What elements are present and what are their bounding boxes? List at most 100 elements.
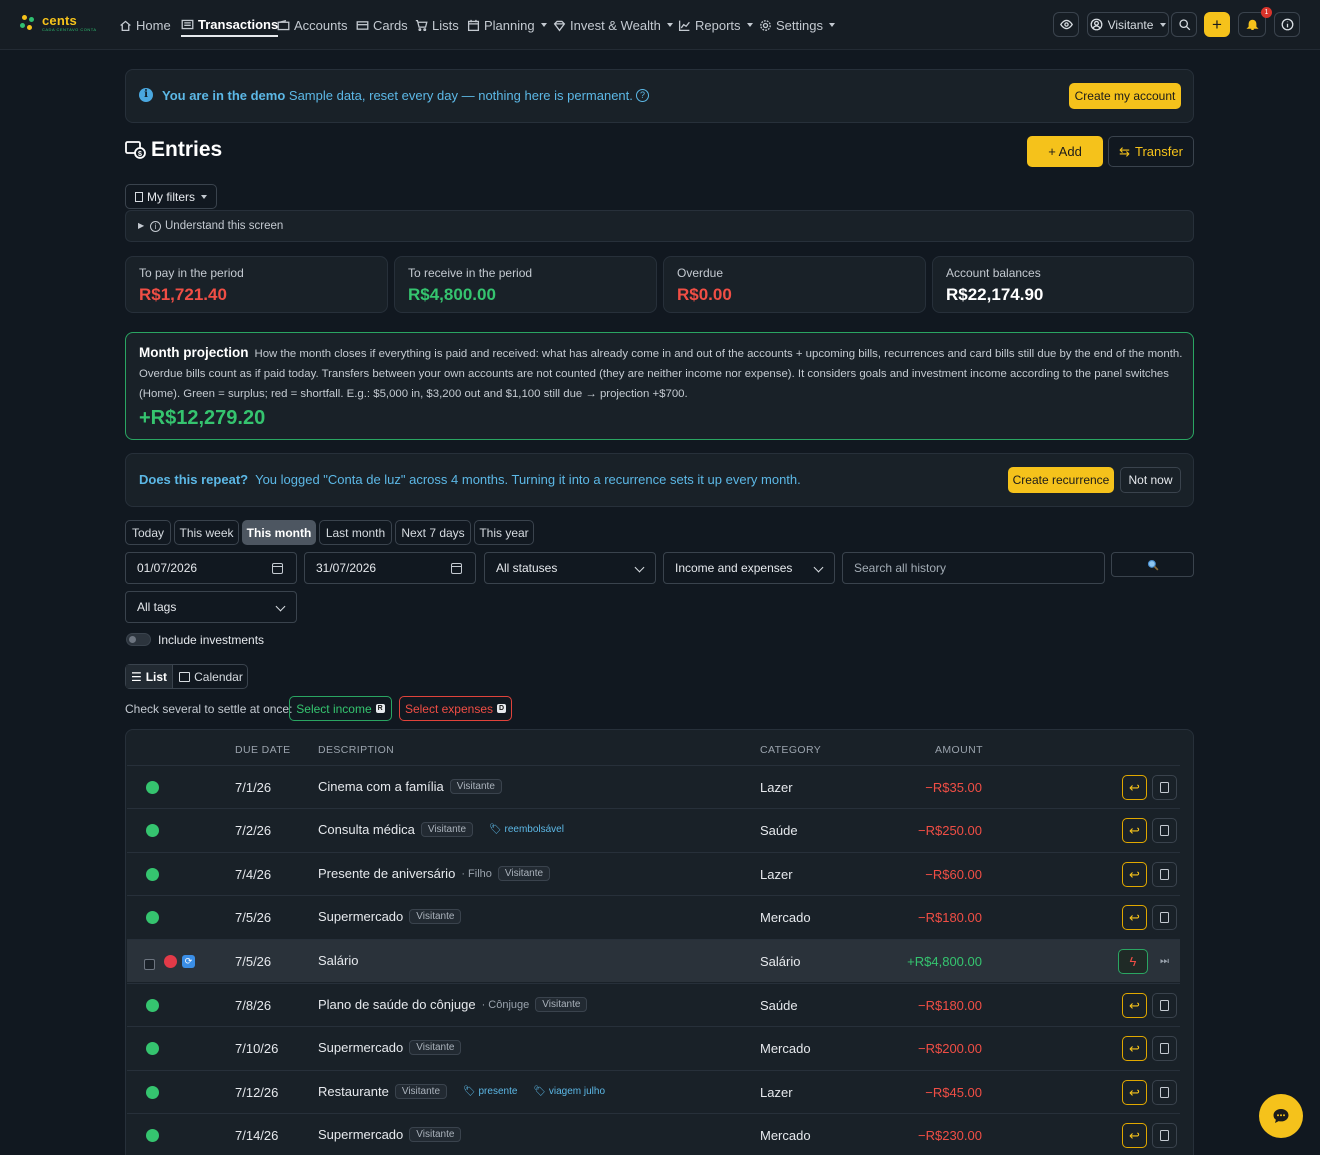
- logo-dots-icon: [20, 15, 38, 33]
- undo-payment-button[interactable]: ↩: [1122, 993, 1147, 1018]
- nav-cards[interactable]: Cards: [356, 15, 408, 35]
- tag-label[interactable]: 🏷 viagem julho: [533, 1086, 605, 1097]
- chevron-down-icon: [201, 194, 207, 199]
- period-today[interactable]: Today: [125, 520, 171, 545]
- duplicate-button[interactable]: [1152, 775, 1177, 800]
- create-account-button[interactable]: Create my account: [1069, 83, 1181, 109]
- type-select[interactable]: Income and expenses: [663, 552, 835, 584]
- settle-now-button[interactable]: ϟ: [1118, 949, 1148, 974]
- col-header-due-date[interactable]: DUE DATE: [235, 744, 291, 756]
- search-submit-button[interactable]: [1111, 552, 1194, 577]
- skip-forward-icon: ⏭: [1160, 956, 1169, 967]
- undo-payment-button[interactable]: ↩: [1122, 1080, 1147, 1105]
- nav-settings[interactable]: Settings: [759, 15, 835, 35]
- undo-payment-button[interactable]: ↩: [1122, 1036, 1147, 1061]
- date-to-input[interactable]: 31/07/2026: [304, 552, 476, 584]
- include-investments-toggle[interactable]: [126, 633, 151, 646]
- undo-payment-button[interactable]: ↩: [1122, 862, 1147, 887]
- nav-invest-wealth[interactable]: Invest & Wealth: [553, 15, 673, 35]
- skip-occurrence-button[interactable]: ⏭: [1152, 949, 1177, 974]
- owner-pill: Visitante: [409, 909, 462, 924]
- tag-label[interactable]: 🏷 presente: [463, 1086, 517, 1097]
- tag-label[interactable]: 🏷 reembolsável: [489, 824, 564, 835]
- row-checkbox[interactable]: [144, 959, 155, 970]
- table-row[interactable]: 7/12/26 Restaurante Visitante 🏷 presente 🏷 …: [127, 1070, 1180, 1113]
- duplicate-button[interactable]: [1152, 993, 1177, 1018]
- brand-logo[interactable]: cents CADA CENTAVO CONTA: [20, 13, 100, 35]
- duplicate-button[interactable]: [1152, 1123, 1177, 1148]
- period-this-year[interactable]: This year: [474, 520, 534, 545]
- period-this-month[interactable]: This month: [242, 520, 316, 545]
- home-icon: [120, 20, 131, 31]
- undo-payment-button[interactable]: ↩: [1122, 1123, 1147, 1148]
- search-input[interactable]: Search all history: [842, 552, 1105, 584]
- table-row[interactable]: 7/5/26 Supermercado Visitante Mercado −R$…: [127, 895, 1180, 938]
- table-row[interactable]: 7/10/26 Supermercado Visitante Mercado −R…: [127, 1026, 1180, 1069]
- duplicate-button[interactable]: [1152, 905, 1177, 930]
- nav-reports[interactable]: Reports: [678, 15, 753, 35]
- undo-payment-button[interactable]: ↩: [1122, 775, 1147, 800]
- not-now-button[interactable]: Not now: [1120, 467, 1181, 493]
- duplicate-button[interactable]: [1152, 1036, 1177, 1061]
- return-arrow-icon: ↩: [1129, 909, 1140, 925]
- nav-accounts[interactable]: Accounts: [277, 15, 347, 35]
- nav-transactions[interactable]: Transactions: [181, 15, 279, 37]
- table-row[interactable]: 7/4/26 Presente de aniversário · Filho Vis…: [127, 852, 1180, 895]
- my-filters-dropdown[interactable]: My filters: [125, 184, 217, 209]
- tags-select[interactable]: All tags: [125, 591, 297, 623]
- table-row[interactable]: 7/2/26 Consulta médica Visitante 🏷 reembol…: [127, 808, 1180, 851]
- calendar-icon[interactable]: [272, 563, 283, 574]
- copy-icon: [1160, 1130, 1169, 1141]
- search-button[interactable]: [1171, 12, 1197, 37]
- quick-add-button[interactable]: +: [1204, 12, 1230, 37]
- date-from-input[interactable]: 01/07/2026: [125, 552, 297, 584]
- table-row[interactable]: ⟳ 7/5/26 Salário Salário +R$4,800.00 ϟ ⏭: [127, 939, 1180, 982]
- user-icon: [1090, 18, 1103, 31]
- eye-icon: [1059, 19, 1073, 30]
- nav-planning[interactable]: Planning: [467, 15, 547, 35]
- nav-home[interactable]: Home: [119, 15, 171, 35]
- period-next-7-days[interactable]: Next 7 days: [395, 520, 471, 545]
- return-arrow-icon: ↩: [1129, 1040, 1140, 1056]
- nav-lists[interactable]: Lists: [415, 15, 459, 35]
- add-entry-button[interactable]: + Add: [1027, 136, 1103, 167]
- create-recurrence-button[interactable]: Create recurrence: [1008, 467, 1114, 493]
- select-expenses-button[interactable]: Select expenses D: [399, 696, 512, 721]
- status-paid-dot: [146, 868, 159, 881]
- user-menu-button[interactable]: Visitante: [1087, 12, 1169, 37]
- table-row[interactable]: 7/14/26 Supermercado Visitante Mercado −R…: [127, 1113, 1180, 1155]
- help-question-icon[interactable]: ?: [636, 89, 649, 102]
- table-row[interactable]: 7/8/26 Plano de saúde do cônjuge · Cônjug…: [127, 983, 1180, 1026]
- privacy-toggle-button[interactable]: [1053, 12, 1079, 37]
- table-row[interactable]: 7/1/26 Cinema com a família Visitante Laz…: [127, 765, 1180, 808]
- return-arrow-icon: ↩: [1129, 779, 1140, 795]
- projection-description: Month projection How the month closes if …: [139, 345, 1183, 400]
- calendar-view-button[interactable]: Calendar: [174, 665, 248, 688]
- return-arrow-icon: ↩: [1129, 1084, 1140, 1100]
- owner-pill: Visitante: [409, 1127, 462, 1142]
- duplicate-button[interactable]: [1152, 1080, 1177, 1105]
- chat-button[interactable]: [1259, 1094, 1303, 1138]
- undo-payment-button[interactable]: ↩: [1122, 818, 1147, 843]
- duplicate-button[interactable]: [1152, 862, 1177, 887]
- wallet-icon: [277, 19, 290, 30]
- stat-card-account-balances: Account balances R$22,174.90: [932, 256, 1194, 313]
- undo-payment-button[interactable]: ↩: [1122, 905, 1147, 930]
- status-paid-dot: [146, 999, 159, 1012]
- status-select[interactable]: All statuses: [484, 552, 656, 584]
- calendar-icon[interactable]: [451, 563, 462, 574]
- col-header-category[interactable]: CATEGORY: [760, 744, 821, 756]
- list-view-button[interactable]: ☰ List: [126, 665, 173, 688]
- period-this-week[interactable]: This week: [174, 520, 239, 545]
- select-income-button[interactable]: Select income R: [289, 696, 392, 721]
- col-header-amount[interactable]: AMOUNT: [935, 744, 983, 756]
- period-last-month[interactable]: Last month: [319, 520, 392, 545]
- duplicate-button[interactable]: [1152, 818, 1177, 843]
- status-pending-dot: [164, 955, 177, 968]
- info-button[interactable]: [1274, 12, 1300, 37]
- entry-description: Plano de saúde do cônjuge: [318, 997, 476, 1012]
- info-icon: [1281, 18, 1293, 31]
- transfer-button[interactable]: ⇆ Transfer: [1108, 136, 1194, 167]
- understand-screen-toggle[interactable]: ▶ i Understand this screen: [125, 210, 1194, 242]
- col-header-description[interactable]: DESCRIPTION: [318, 744, 394, 756]
